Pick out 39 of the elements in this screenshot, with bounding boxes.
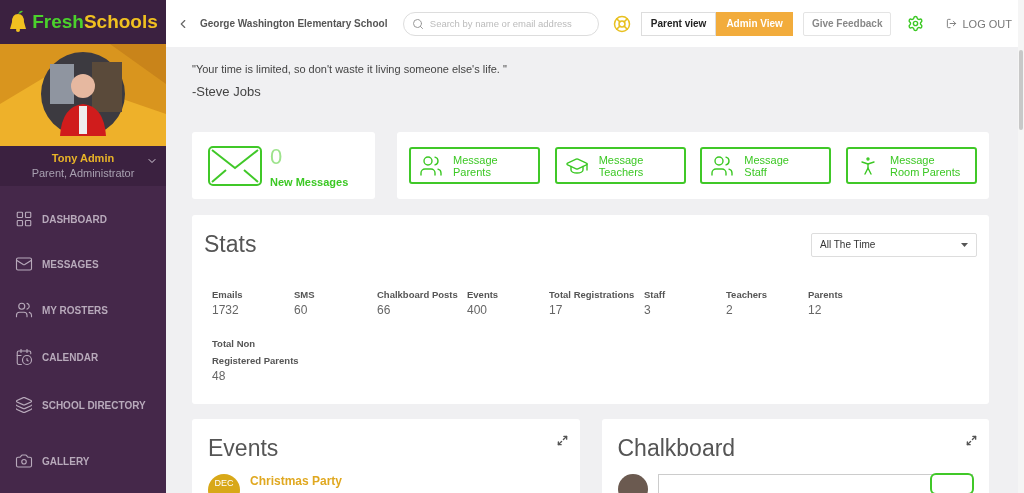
nav-item[interactable]: DASHBOARD: [0, 197, 166, 241]
user-name: Tony Admin: [51, 152, 115, 165]
view-toggle-button[interactable]: Parent view: [640, 11, 717, 36]
stat-value: 12: [808, 303, 823, 317]
nav-item[interactable]: SCHOOL DIRECTORY: [0, 381, 166, 429]
message-count: 0: [270, 143, 284, 170]
stat-value: 2: [726, 303, 734, 317]
chalkboard-title: Chalkboard: [617, 435, 736, 462]
events-title: Events: [208, 435, 279, 462]
quote-text: "Your time is limited, so don't waste it living someone else's life. ": [192, 63, 508, 75]
stat-value: 400: [467, 303, 489, 317]
stat-value: 60: [294, 303, 309, 317]
stat-label: Chalkboard Posts: [377, 288, 459, 302]
stat-value: 1732: [212, 303, 240, 317]
nav-item[interactable]: GALLERY: [0, 429, 166, 493]
stat-label: Staff: [644, 288, 667, 302]
stat-label: Emails: [212, 288, 244, 302]
stat-value: 48: [212, 369, 227, 383]
messages-label: New Messages: [270, 175, 349, 188]
quote-author: -Steve Jobs: [192, 84, 262, 99]
stats-title: Stats: [204, 231, 257, 258]
stat-value: 66: [377, 303, 392, 317]
stat-value: 17: [549, 303, 564, 317]
feedback-button[interactable]: Give Feedback: [802, 11, 892, 36]
stat-label: SMS: [294, 288, 316, 302]
nav-item[interactable]: MESSAGES: [0, 241, 166, 287]
stat-label: Total Registrations: [549, 288, 636, 302]
stat-value: 3: [644, 303, 652, 317]
date-badge: DEC: [208, 474, 240, 493]
stat-label: Parents: [808, 288, 844, 302]
range-dropdown[interactable]: All The Time: [811, 232, 977, 257]
stat-label: Events: [467, 288, 500, 302]
nav-item[interactable]: MY ROSTERS: [0, 287, 166, 333]
logout-link[interactable]: LOG OUT: [962, 17, 1012, 30]
nav-item[interactable]: CALENDAR: [0, 333, 166, 381]
stat-label: Teachers: [726, 288, 768, 302]
search-field[interactable]: Search by name or email address: [402, 11, 599, 36]
school-name: George Washington Elementary School: [200, 18, 388, 29]
user-role: Parent, Administrator: [31, 167, 135, 180]
